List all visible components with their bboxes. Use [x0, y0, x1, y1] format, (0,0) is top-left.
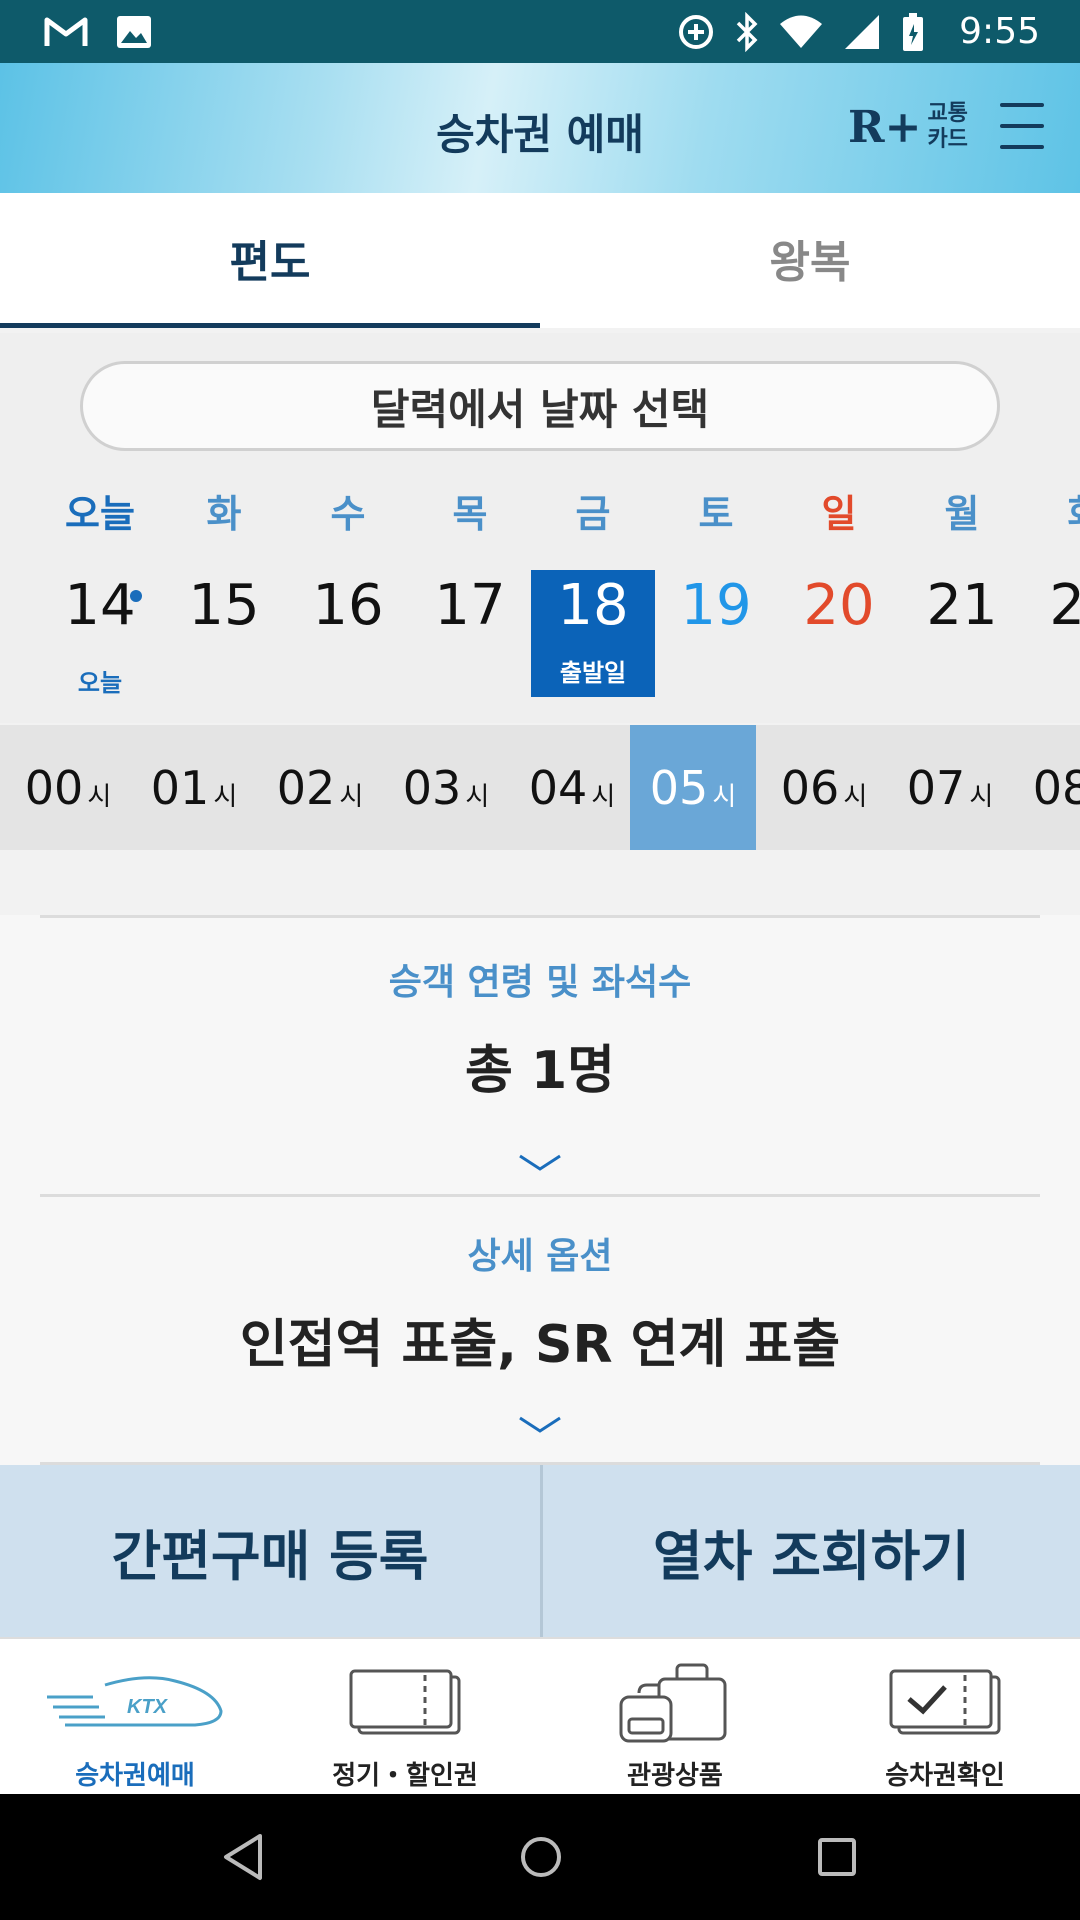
- day-cell-16[interactable]: 수 16: [286, 473, 410, 703]
- day-number: 15: [188, 573, 260, 638]
- ktx-train-icon: KTX: [47, 1676, 223, 1727]
- svg-text:KTX: KTX: [127, 1696, 169, 1718]
- calendar-picker-button[interactable]: 달력에서 날짜 선택: [80, 361, 1000, 451]
- day-strip: 오늘 14 오늘 화 15 수 16 목 17 금 18 출발일 토 19 일 …: [0, 473, 1080, 703]
- nav-label: 승차권예매: [75, 1761, 195, 1791]
- nav-item-tour-products[interactable]: 관광상품: [540, 1639, 810, 1796]
- gmail-icon: [44, 17, 88, 46]
- day-cell-18[interactable]: 금 18 출발일: [531, 473, 655, 703]
- options-panel: 승객 연령 및 좌석수 총 1명 상세 옵션 인접역 표출, SR 연계 표출: [0, 915, 1080, 1465]
- hour-cell-07[interactable]: 07 시: [887, 725, 1013, 850]
- passenger-value: 총 1명: [465, 1041, 615, 1101]
- day-name: 금: [575, 492, 611, 536]
- hour-cell-02[interactable]: 02 시: [257, 725, 383, 850]
- chevron-down-icon: [519, 1416, 561, 1433]
- passenger-label: 승객 연령 및 좌석수: [388, 962, 692, 1003]
- wifi-icon: [780, 15, 823, 48]
- day-sub-label: 출발일: [559, 659, 627, 687]
- tab-one-way[interactable]: 편도: [0, 193, 540, 328]
- calendar-area: 달력에서 날짜 선택 오늘 14 오늘 화 15 수 16 목 17 금 18 …: [0, 333, 1080, 723]
- recents-icon[interactable]: [814, 1832, 860, 1882]
- hour-cell-00[interactable]: 00 시: [5, 725, 131, 850]
- nav-label: 관광상품: [627, 1761, 723, 1791]
- day-name: 오늘: [65, 492, 135, 536]
- back-icon[interactable]: [220, 1832, 266, 1882]
- chevron-down-icon: [519, 1154, 561, 1171]
- hour-cell-03[interactable]: 03 시: [383, 725, 509, 850]
- bottom-nav: KTX 승차권예매 정기・할인권 관광상품 승차권확인: [0, 1637, 1080, 1794]
- day-number: 20: [803, 573, 875, 638]
- day-name: 목: [452, 492, 488, 536]
- day-cell-19[interactable]: 토 19: [654, 473, 778, 703]
- nav-label: 정기・할인권: [332, 1761, 478, 1791]
- home-icon[interactable]: [518, 1832, 564, 1882]
- hour-cell-04[interactable]: 04 시: [509, 725, 635, 850]
- day-name: 월: [944, 492, 980, 536]
- day-name: 토: [698, 492, 734, 536]
- tab-round-trip[interactable]: 왕복: [540, 193, 1080, 328]
- nav-label: 승차권확인: [885, 1761, 1005, 1791]
- ticket-icon: [349, 1669, 461, 1735]
- day-number: 22: [1049, 573, 1080, 638]
- detail-options-value: 인접역 표출, SR 연계 표출: [239, 1315, 841, 1375]
- day-cell-14[interactable]: 오늘 14 오늘: [38, 473, 162, 703]
- day-name: 화: [1023, 483, 1080, 538]
- day-number: 19: [680, 573, 752, 638]
- hamburger-icon[interactable]: [1000, 103, 1044, 149]
- detail-options-label: 상세 옵션: [467, 1236, 613, 1277]
- day-cell-20[interactable]: 일 20: [777, 473, 901, 703]
- day-number: 21: [926, 573, 998, 638]
- hour-cell-01[interactable]: 01 시: [131, 725, 257, 850]
- detail-options-selector[interactable]: 상세 옵션 인접역 표출, SR 연계 표출: [0, 1197, 1080, 1463]
- day-cell-17[interactable]: 목 17: [408, 473, 532, 703]
- status-bar: 9:55: [0, 0, 1080, 63]
- trip-type-tabs: 편도 왕복: [0, 193, 1080, 328]
- day-sub-label: 오늘: [77, 669, 123, 697]
- day-number: 17: [434, 573, 506, 638]
- bluetooth-icon: [736, 11, 758, 52]
- search-trains-button[interactable]: 열차 조회하기: [540, 1465, 1080, 1637]
- ticket-check-icon: [889, 1669, 1001, 1735]
- day-number: 18: [557, 573, 629, 638]
- app-header: 승차권 예매 R+ 교통 카드: [0, 63, 1080, 193]
- day-number: 16: [312, 573, 384, 638]
- day-name: 일: [821, 492, 857, 536]
- hour-cell-08[interactable]: 08시: [1013, 725, 1080, 850]
- day-name: 화: [206, 492, 242, 536]
- data-saver-icon: [679, 14, 714, 49]
- traffic-card-line2: 카드: [927, 127, 968, 152]
- quick-buy-register-button[interactable]: 간편구매 등록: [0, 1465, 540, 1637]
- day-cell-21[interactable]: 월 21: [900, 473, 1024, 703]
- status-time: 9:55: [959, 11, 1040, 52]
- action-bar: 간편구매 등록 열차 조회하기: [0, 1465, 1080, 1637]
- today-indicator-dot: [130, 590, 142, 602]
- hour-cell-06[interactable]: 06 시: [761, 725, 887, 850]
- day-cell-15[interactable]: 화 15: [162, 473, 286, 703]
- passenger-selector[interactable]: 승객 연령 및 좌석수 총 1명: [0, 918, 1080, 1194]
- nav-item-ticket-booking[interactable]: KTX 승차권예매: [0, 1639, 270, 1796]
- nav-item-season-pass[interactable]: 정기・할인권: [270, 1639, 540, 1796]
- day-name: 수: [330, 492, 366, 536]
- signal-icon: [845, 14, 880, 49]
- traffic-card-logo: R+: [848, 101, 922, 153]
- traffic-card-button[interactable]: R+ 교통 카드: [848, 101, 968, 153]
- hour-cell-05[interactable]: 05 시: [630, 725, 756, 850]
- image-icon: [117, 15, 151, 48]
- hour-strip: 00시 01시 02시 03시 04시 05시 06시 07시 08시: [0, 725, 1080, 850]
- day-number: 14: [64, 573, 136, 638]
- traffic-card-line1: 교통: [927, 101, 968, 126]
- battery-icon: [903, 12, 924, 51]
- system-nav-bar: [0, 1794, 1080, 1920]
- nav-item-ticket-check[interactable]: 승차권확인: [810, 1639, 1080, 1796]
- luggage-icon: [619, 1663, 727, 1743]
- day-cell-22[interactable]: 화 22: [1023, 473, 1080, 703]
